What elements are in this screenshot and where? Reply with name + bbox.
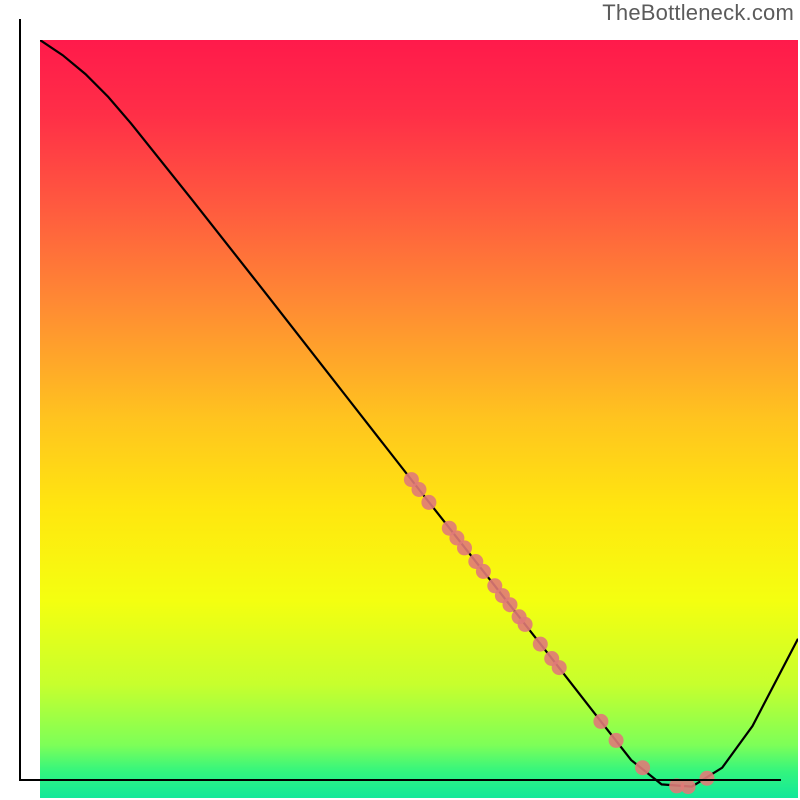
data-marker bbox=[476, 564, 491, 579]
chart-frame bbox=[19, 19, 781, 781]
data-marker bbox=[533, 637, 548, 652]
bottleneck-chart bbox=[40, 40, 798, 798]
y-axis bbox=[19, 19, 21, 781]
data-marker bbox=[518, 617, 533, 632]
watermark-text: TheBottleneck.com bbox=[602, 0, 794, 26]
data-marker bbox=[609, 733, 624, 748]
data-marker bbox=[552, 660, 567, 675]
data-marker bbox=[681, 779, 696, 794]
data-marker bbox=[412, 482, 427, 497]
x-axis bbox=[19, 779, 781, 781]
data-marker bbox=[421, 495, 436, 510]
data-marker bbox=[457, 540, 472, 555]
data-marker bbox=[635, 760, 650, 775]
data-marker bbox=[593, 714, 608, 729]
data-marker bbox=[503, 597, 518, 612]
chart-background bbox=[40, 40, 798, 798]
